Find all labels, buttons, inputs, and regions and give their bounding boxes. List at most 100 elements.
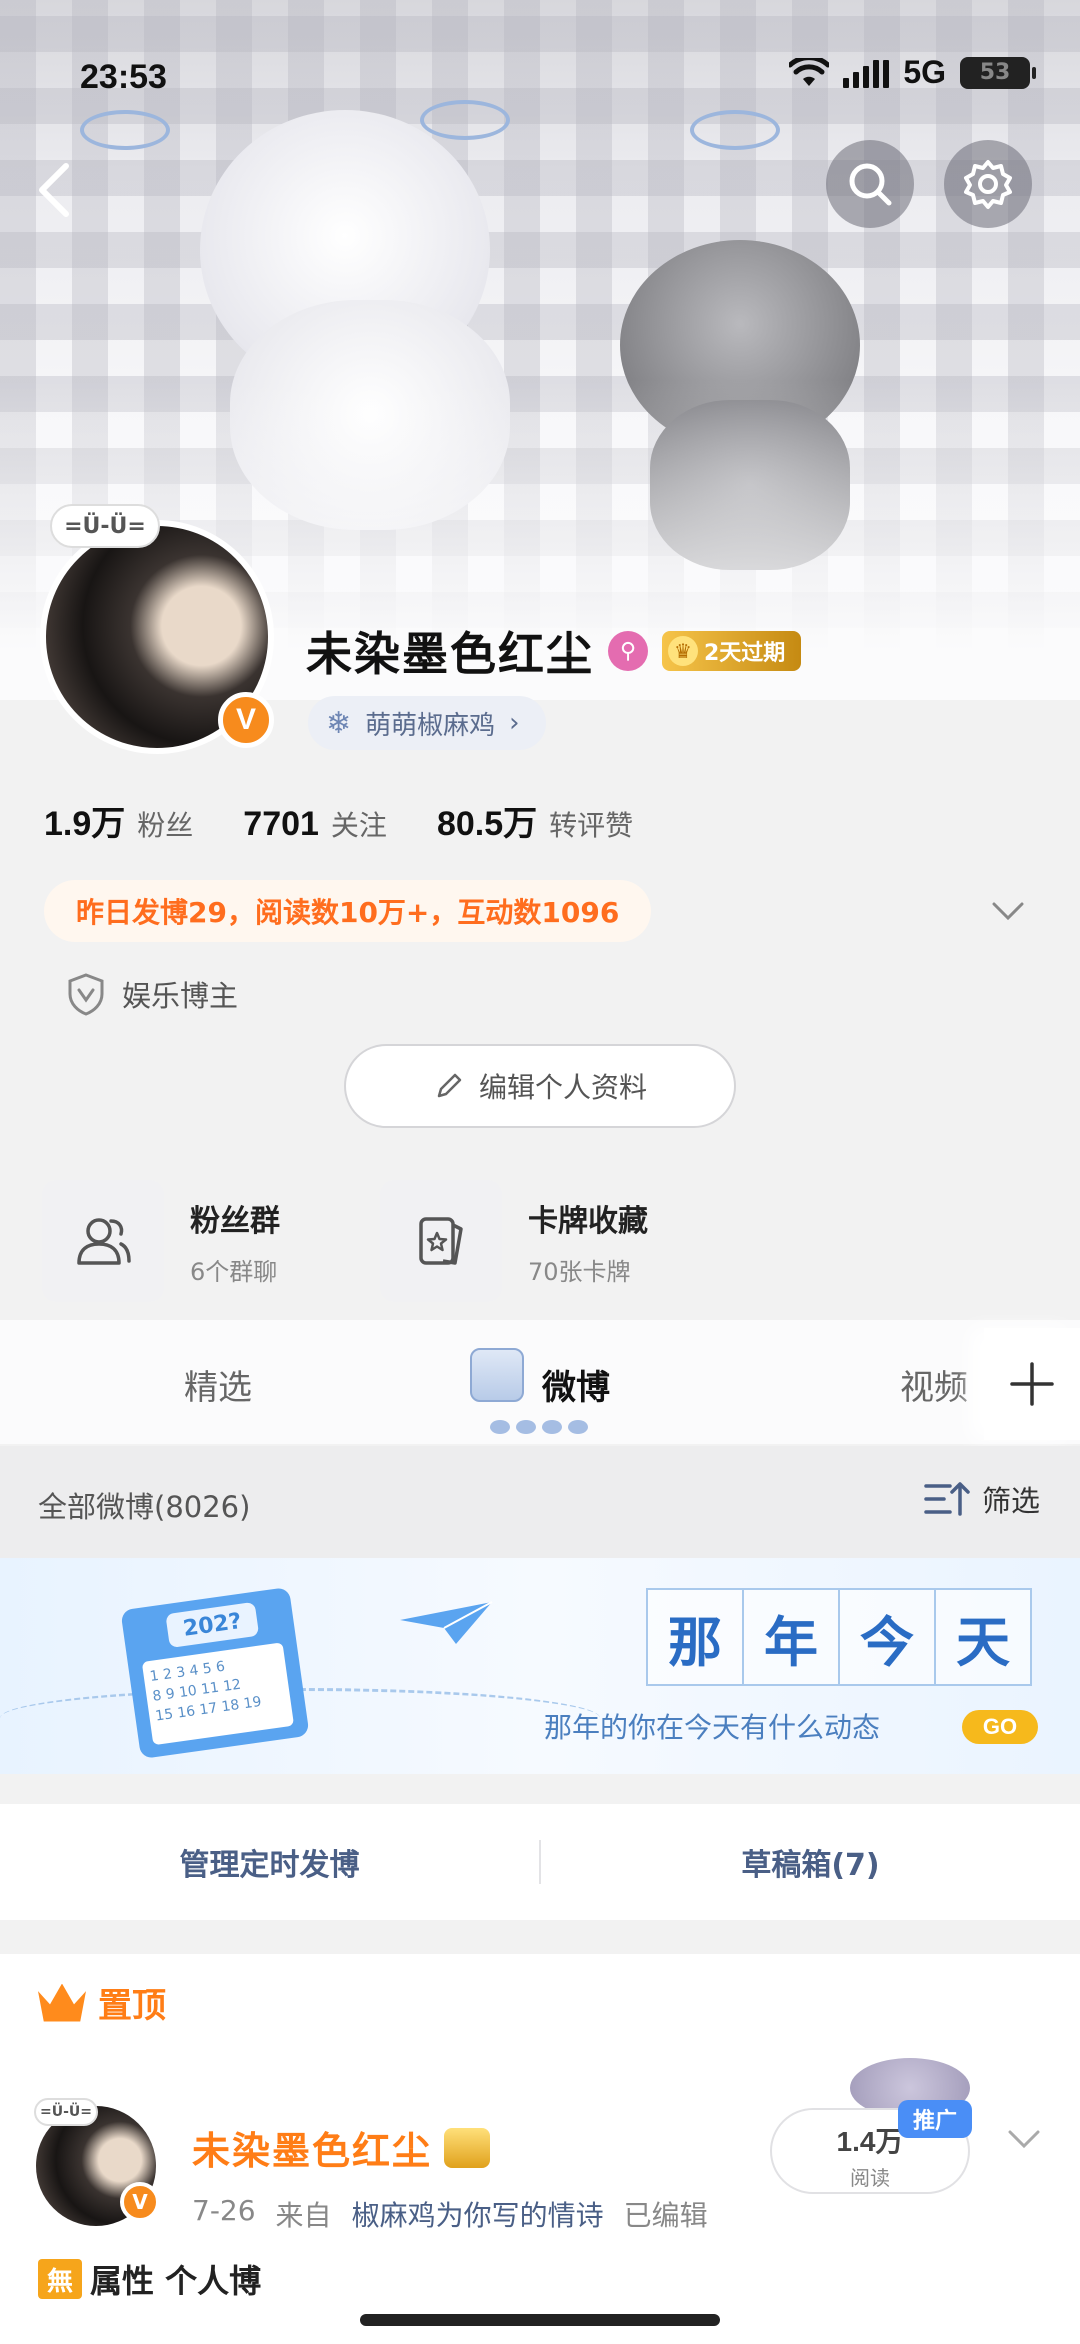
card-subtitle: 70张卡牌 — [528, 1257, 631, 1286]
card-icon — [380, 1180, 502, 1302]
gear-icon — [964, 160, 1012, 209]
post-text: 属性 个人博 — [90, 2262, 262, 2300]
on-this-day-banner[interactable]: 202? 1 2 3 4 5 68 9 10 11 12 15 16 17 18 … — [0, 1558, 1080, 1774]
ribbon-decoration — [80, 110, 170, 150]
edit-profile-label: 编辑个人资料 — [478, 1071, 647, 1104]
signal-icon — [843, 58, 890, 88]
stat-value: 7701 — [243, 805, 319, 843]
calendar-icon: 202? 1 2 3 4 5 68 9 10 11 12 15 16 17 18 … — [120, 1586, 310, 1760]
group-icon — [42, 1180, 164, 1302]
paper-plane-icon — [400, 1601, 493, 1644]
filter-button[interactable]: 筛选 — [924, 1478, 1040, 1520]
stat-followers[interactable]: 1.9万 粉丝 — [44, 796, 193, 845]
home-indicator[interactable] — [360, 2314, 720, 2326]
identity-label[interactable]: 娱乐博主 — [66, 972, 238, 1016]
vip-crown-icon — [444, 2127, 491, 2168]
fan-group-card[interactable]: 粉丝群 6个群聊 — [42, 1180, 280, 1302]
post-author-row: 未染墨色红尘 — [192, 2120, 491, 2175]
verified-badge-icon: V — [218, 692, 274, 748]
card-title: 粉丝群 — [190, 1203, 280, 1239]
post-tag-icon: 無 — [38, 2259, 82, 2299]
snowflake-icon: ❄ — [326, 705, 352, 741]
title-char: 年 — [742, 1588, 840, 1686]
tab-active-indicator — [484, 1420, 594, 1436]
ribbon-decoration — [690, 110, 780, 150]
crown-icon: ♛ — [668, 636, 698, 666]
back-button[interactable] — [34, 150, 94, 230]
post-edited-label: 已编辑 — [623, 2199, 708, 2232]
stat-label: 转评赞 — [549, 809, 634, 842]
shield-icon — [68, 973, 104, 1016]
title-char: 今 — [838, 1588, 936, 1686]
tab-video[interactable]: 视频 — [900, 1360, 968, 1409]
post-management-row: 管理定时发博 草稿箱(7) — [0, 1804, 1080, 1920]
calendar-grid: 1 2 3 4 5 68 9 10 11 12 15 16 17 18 19 — [141, 1642, 295, 1746]
verified-badge-icon: V — [120, 2182, 160, 2222]
profile-name: 未染墨色红尘 — [306, 627, 594, 681]
title-char: 天 — [934, 1588, 1032, 1686]
tab-weibo[interactable]: 微博 — [542, 1360, 610, 1409]
search-button[interactable] — [826, 140, 914, 228]
stat-label: 关注 — [330, 809, 387, 842]
filter-icon — [924, 1482, 970, 1516]
card-title: 卡牌收藏 — [528, 1203, 648, 1239]
ribbon-decoration — [420, 100, 510, 140]
fan-club-chip[interactable]: ❄ 萌萌椒麻鸡 › — [308, 696, 546, 750]
post-source-link[interactable]: 椒麻鸡为你写的情诗 — [352, 2194, 604, 2234]
post-author-name[interactable]: 未染墨色红尘 — [192, 2120, 432, 2175]
plus-icon — [1010, 1362, 1054, 1406]
stat-value: 80.5万 — [436, 805, 538, 843]
post-meta: 7-26 来自 椒麻鸡为你写的情诗 已编辑 — [192, 2194, 708, 2234]
fan-club-name: 萌萌椒麻鸡 — [365, 710, 496, 741]
calendar-year: 202? — [165, 1601, 260, 1649]
search-icon — [849, 163, 892, 206]
tab-featured[interactable]: 精选 — [184, 1360, 252, 1409]
pencil-icon — [437, 1073, 462, 1098]
status-time: 23:53 — [80, 58, 167, 96]
settings-button[interactable] — [944, 140, 1032, 228]
read-count-label: 阅读 — [850, 2166, 890, 2190]
post-author-avatar[interactable]: =Ü-Ü= V — [34, 2098, 160, 2226]
stat-label: 粉丝 — [137, 809, 194, 842]
chevron-right-icon: › — [509, 708, 520, 738]
post-body: 無 属性 个人博 — [38, 2256, 261, 2302]
all-posts-count[interactable]: 全部微博(8026) — [38, 1484, 250, 1526]
add-tab-button[interactable] — [984, 1328, 1080, 1440]
vip-badge-label: 2天过期 — [704, 641, 786, 666]
chevron-down-icon — [992, 902, 1024, 921]
profile-avatar[interactable]: =Ü-Ü= V — [40, 504, 274, 754]
chevron-down-icon[interactable] — [1004, 2124, 1044, 2154]
stat-value: 1.9万 — [44, 805, 126, 843]
post-date: 7-26 — [192, 2194, 256, 2227]
go-button[interactable]: GO — [962, 1710, 1038, 1744]
vip-badge[interactable]: ♛ 2天过期 — [662, 631, 802, 671]
activity-summary[interactable]: 昨日发博29，阅读数10万+，互动数1096 — [44, 880, 652, 942]
title-char: 那 — [646, 1588, 744, 1686]
pinned-label: 置顶 — [98, 1986, 166, 2026]
tab-decoration-icon — [470, 1348, 524, 1402]
profile-name-row: 未染墨色红尘 ⚲ ♛ 2天过期 — [306, 618, 802, 684]
promote-badge[interactable]: 推广 — [898, 2100, 972, 2138]
wifi-icon — [787, 54, 831, 88]
on-this-day-title: 那 年 今 天 — [646, 1588, 1032, 1686]
on-this-day-subtitle: 那年的你在今天有什么动态 — [544, 1711, 881, 1744]
pinned-post[interactable]: 置顶 =Ü-Ü= V 未染墨色红尘 7-26 来自 椒麻鸡为你写的情诗 已编辑 … — [0, 1954, 1080, 2344]
card-subtitle: 6个群聊 — [190, 1257, 278, 1286]
pink-badge-icon[interactable]: ⚲ — [608, 631, 648, 671]
filter-label: 筛选 — [981, 1484, 1040, 1518]
card-collection-card[interactable]: 卡牌收藏 70张卡牌 — [380, 1180, 648, 1302]
stat-following[interactable]: 7701 关注 — [243, 804, 387, 844]
expand-button[interactable] — [988, 890, 1028, 930]
stat-engagement[interactable]: 80.5万 转评赞 — [437, 796, 633, 845]
edit-profile-button[interactable]: 编辑个人资料 — [344, 1044, 736, 1128]
drafts-button[interactable]: 草稿箱(7) — [541, 1840, 1080, 1884]
network-type: 5G — [903, 54, 946, 90]
profile-tabs: 精选 微博 视频 — [0, 1320, 1080, 1444]
post-from-label: 来自 — [275, 2199, 332, 2232]
identity-text: 娱乐博主 — [122, 979, 239, 1013]
crown-icon — [38, 1983, 86, 2022]
scheduled-posts-button[interactable]: 管理定时发博 — [0, 1840, 539, 1884]
battery-icon: 53 — [960, 56, 1036, 89]
avatar-sticker: =Ü-Ü= — [50, 504, 160, 548]
chevron-left-icon — [39, 163, 69, 217]
